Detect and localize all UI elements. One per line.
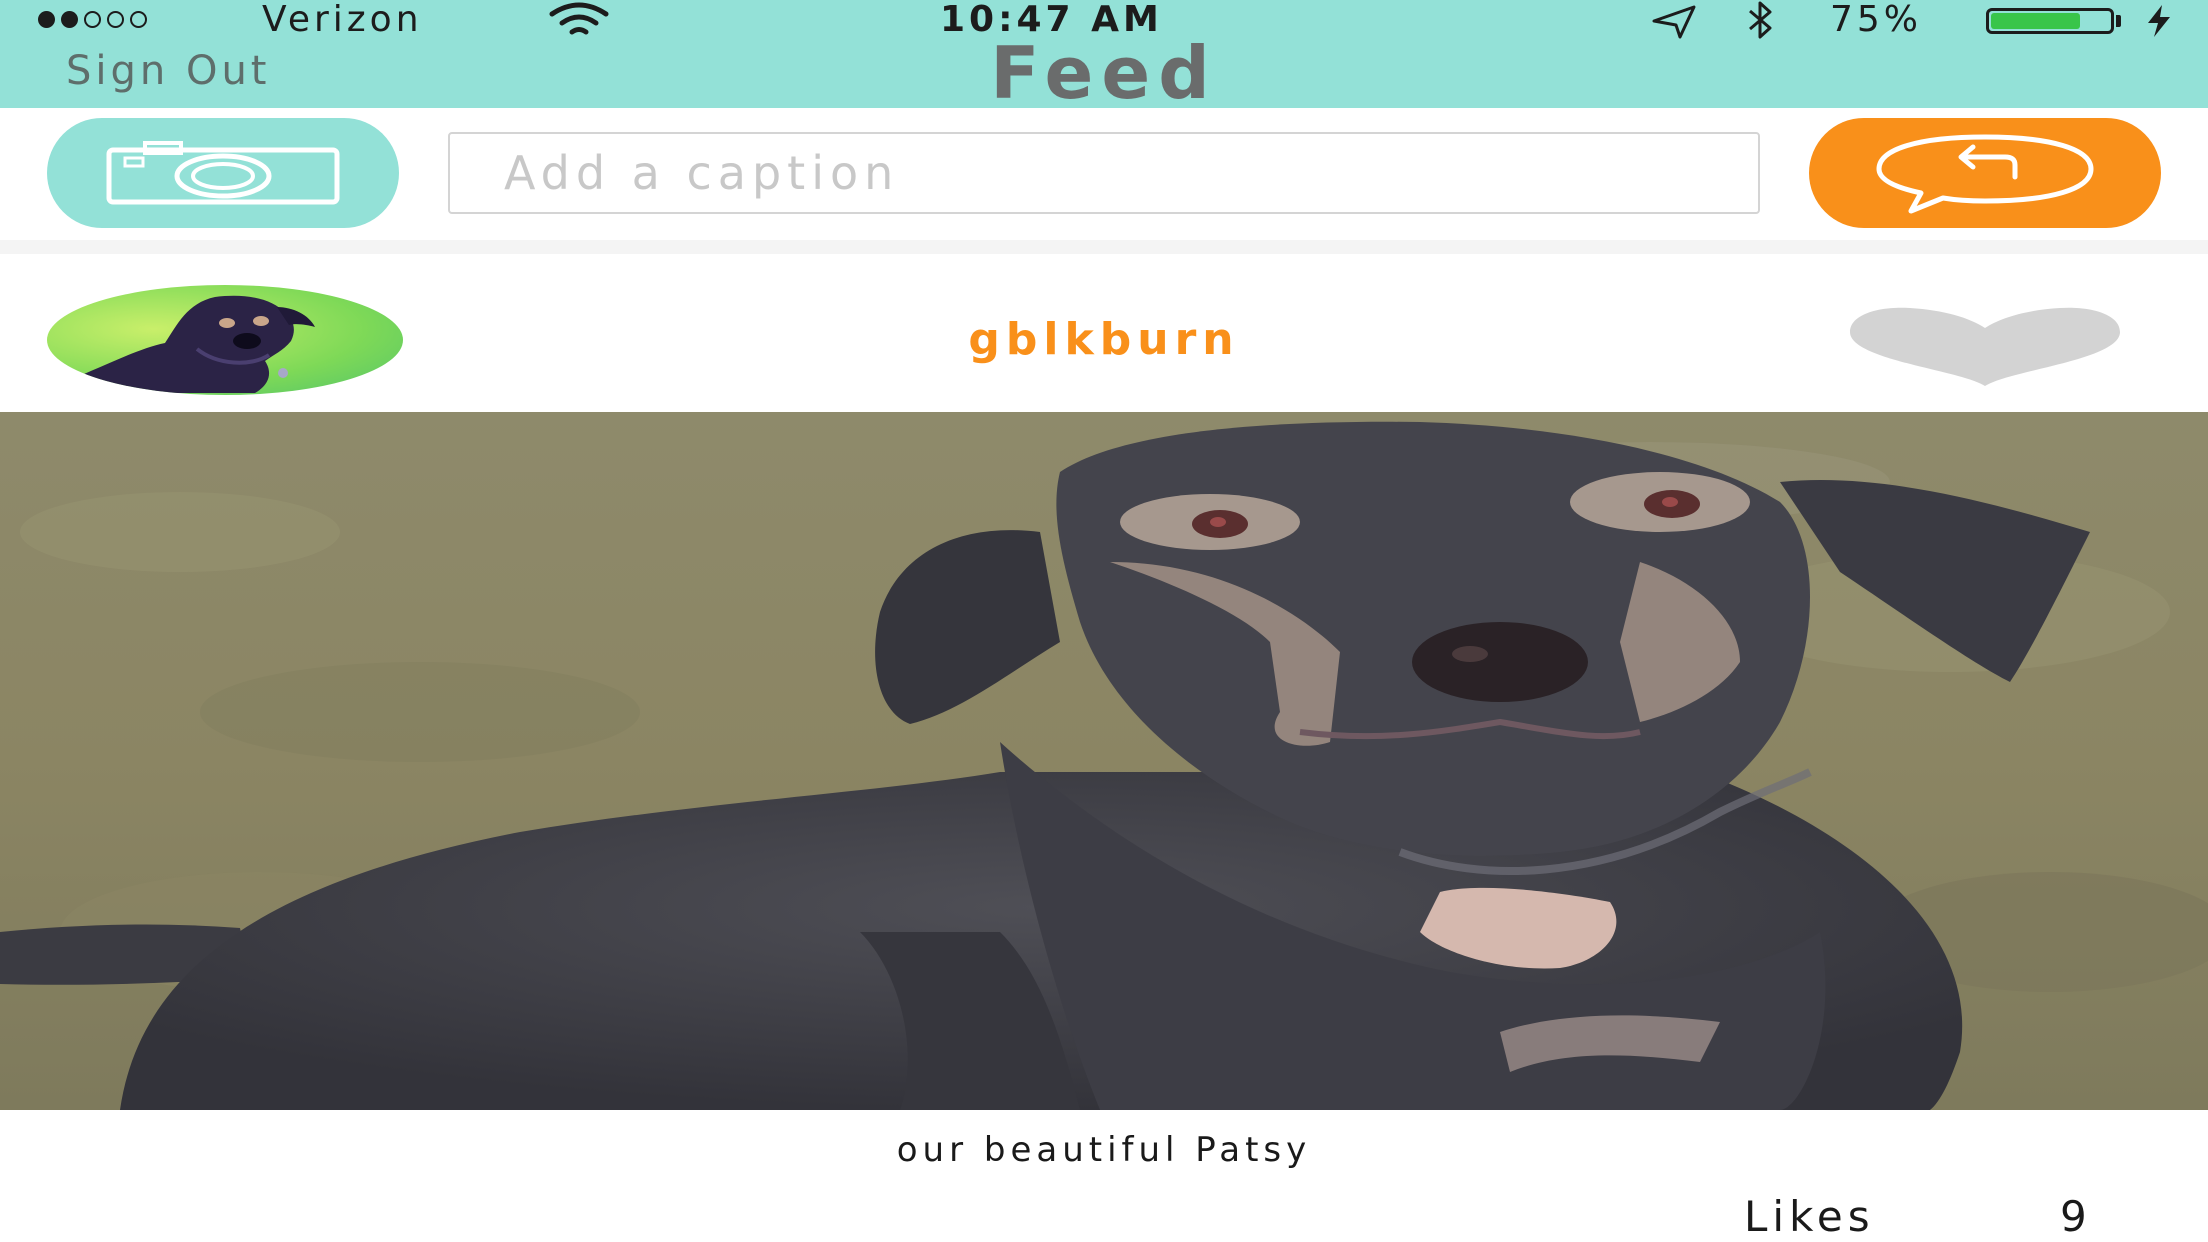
post-caption: our beautiful Patsy xyxy=(896,1130,1312,1170)
likes-count: 9 xyxy=(2060,1192,2092,1241)
camera-button[interactable] xyxy=(47,118,399,228)
signal-dot xyxy=(130,11,147,28)
caption-input[interactable] xyxy=(448,132,1760,214)
likes-label: Likes xyxy=(1744,1192,1875,1241)
page-title: Feed xyxy=(990,31,1218,115)
post-button[interactable] xyxy=(1809,118,2161,228)
camera-icon xyxy=(106,141,340,205)
signal-dot xyxy=(38,11,55,28)
signal-dot xyxy=(61,11,78,28)
battery-level-fill xyxy=(1991,13,2080,29)
signal-dot xyxy=(84,11,101,28)
battery-icon xyxy=(1986,8,2114,34)
compose-bar xyxy=(0,108,2208,240)
wifi-icon xyxy=(549,2,609,35)
heart-icon[interactable] xyxy=(1840,304,2130,388)
dog-photo xyxy=(0,412,2208,1110)
battery-tip xyxy=(2116,15,2121,27)
navigation-header: Verizon 10:47 AM 75% Sign Out Feed xyxy=(0,0,2208,112)
signal-strength-icon xyxy=(38,11,147,28)
speech-bubble-reply-icon xyxy=(1876,134,2094,214)
post-photo[interactable] xyxy=(0,412,2208,1110)
signal-dot xyxy=(107,11,124,28)
section-divider xyxy=(0,240,2208,254)
post-header: gblkburn xyxy=(0,254,2208,412)
